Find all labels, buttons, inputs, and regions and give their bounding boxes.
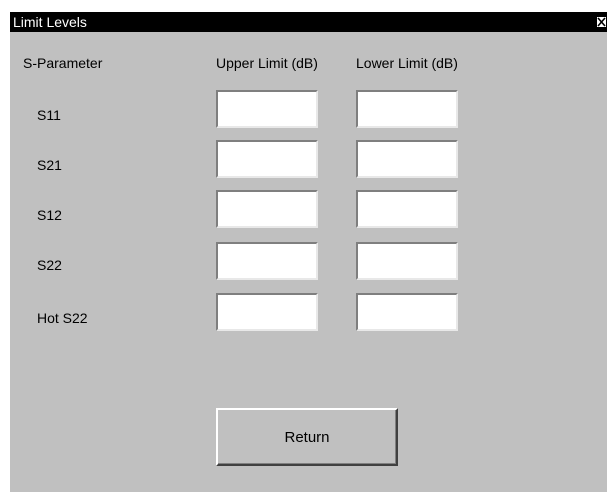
hot-s22-upper-limit-input[interactable] — [216, 293, 318, 331]
row-label-s12: S12 — [37, 207, 62, 223]
return-button[interactable]: Return — [216, 408, 398, 466]
upper-limit-header: Upper Limit (dB) — [216, 55, 318, 71]
title-bar[interactable]: Limit Levels — [10, 12, 607, 32]
hot-s22-lower-limit-input[interactable] — [356, 293, 458, 331]
row-label-s21: S21 — [37, 157, 62, 173]
lower-limit-header: Lower Limit (dB) — [356, 55, 458, 71]
limit-levels-dialog: Limit Levels S-Parameter Upper Limit (dB… — [10, 12, 607, 492]
s21-upper-limit-input[interactable] — [216, 140, 318, 178]
s12-upper-limit-input[interactable] — [216, 190, 318, 228]
window-title: Limit Levels — [13, 14, 87, 30]
s22-upper-limit-input[interactable] — [216, 242, 318, 280]
close-icon[interactable] — [596, 16, 607, 28]
row-label-hot-s22: Hot S22 — [37, 310, 88, 326]
s21-lower-limit-input[interactable] — [356, 140, 458, 178]
row-label-s11: S11 — [37, 107, 61, 123]
s-parameter-header: S-Parameter — [23, 55, 103, 71]
s11-lower-limit-input[interactable] — [356, 90, 458, 128]
s12-lower-limit-input[interactable] — [356, 190, 458, 228]
s22-lower-limit-input[interactable] — [356, 242, 458, 280]
row-label-s22: S22 — [37, 257, 62, 273]
s11-upper-limit-input[interactable] — [216, 90, 318, 128]
